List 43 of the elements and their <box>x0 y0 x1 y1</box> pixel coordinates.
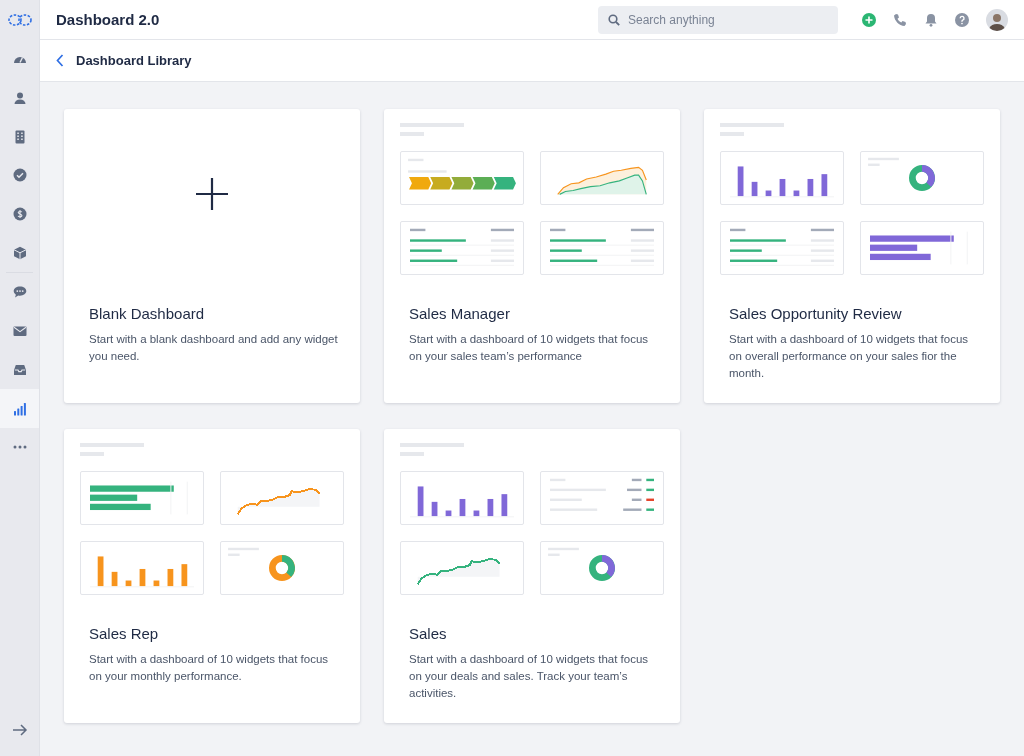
back-button[interactable] <box>54 52 66 69</box>
chevron-left-icon <box>56 54 64 67</box>
box-icon <box>12 245 27 260</box>
page-title: Dashboard Library <box>76 53 192 68</box>
card-description: Start with a dashboard of 10 widgets that focus on overall performance on your sales fior the month. <box>729 332 970 381</box>
search-field[interactable]: Search anything <box>598 5 838 34</box>
check-circle-icon <box>12 168 27 183</box>
dashboard-template-card[interactable]: Sales Start with a dashboard of 10 widgets that focus on your deals and sales. Track your team’s activities. <box>384 429 680 723</box>
card-description: Start with a dashboard of 10 widgets that focus on your monthly performance. <box>89 652 330 684</box>
speech-bubble-icon <box>12 285 27 300</box>
more-icon <box>12 445 27 450</box>
card-title: Sales Opportunity Review <box>729 305 903 322</box>
envelope-icon <box>12 324 27 339</box>
card-title: Blank Dashboard <box>89 305 206 322</box>
placeholder-lines-drawing <box>720 123 784 137</box>
dashboard-template-card[interactable]: Sales Manager Start with a dashboard of 10 widgets that focus on your sales team’s performance <box>384 109 680 403</box>
help-icon[interactable] <box>955 12 969 27</box>
card-description: Start with a blank dashboard and add any widget you need. <box>89 332 339 364</box>
dollar-coin-icon <box>12 207 27 222</box>
card-title: Sales <box>409 625 448 642</box>
expand-arrow-icon[interactable] <box>11 724 28 736</box>
dashboard-template-card[interactable]: Sales Opportunity Review Start with a dashboard of 10 widgets that focus on overall performance on your sales fior the month. <box>704 109 1000 403</box>
avatar-icon[interactable] <box>986 8 1008 31</box>
phone-icon[interactable] <box>893 12 907 27</box>
bar-chart-icon <box>12 401 27 416</box>
placeholder-lines-drawing <box>400 443 464 457</box>
placeholder-lines-drawing <box>400 123 464 137</box>
dashboard-template-card[interactable]: Blank Dashboard Start with a blank dashboard and add any widget you need. <box>64 109 360 403</box>
search-icon <box>608 13 620 26</box>
logo-icon[interactable] <box>7 14 32 26</box>
person-icon <box>12 91 27 106</box>
inbox-tray-icon <box>12 362 27 377</box>
bell-icon[interactable] <box>924 12 938 27</box>
placeholder-lines-drawing <box>80 443 144 457</box>
card-title: Sales Manager <box>409 305 511 322</box>
card-description: Start with a dashboard of 10 widgets that focus on your sales team’s performance <box>409 332 650 364</box>
dashboard-template-card[interactable]: Sales Rep Start with a dashboard of 10 widgets that focus on your monthly performance. <box>64 429 360 723</box>
add-icon[interactable] <box>862 12 876 27</box>
plus-icon <box>196 178 228 210</box>
card-description: Start with a dashboard of 10 widgets that focus on your deals and sales. Track your team’s activities. <box>409 652 650 701</box>
app-title: Dashboard 2.0 <box>56 11 161 28</box>
card-title: Sales Rep <box>89 625 160 642</box>
sidebar-item[interactable] <box>0 389 39 428</box>
